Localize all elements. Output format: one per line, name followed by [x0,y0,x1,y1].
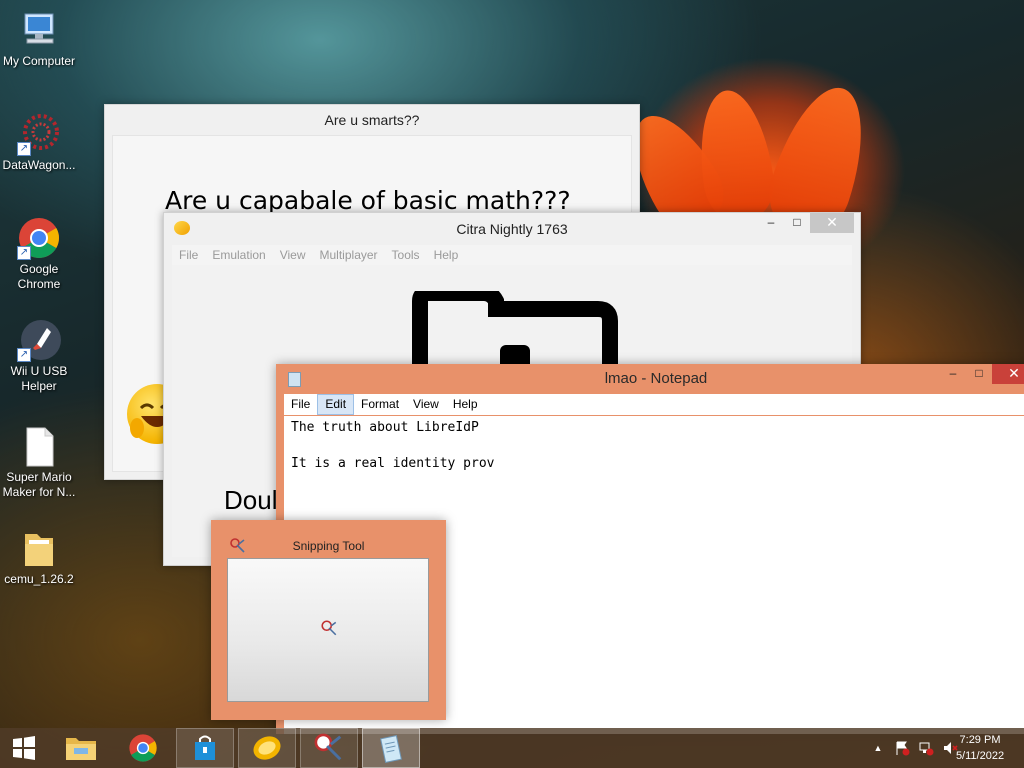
taskbar-google-chrome[interactable] [114,728,172,768]
scissors-icon [320,619,338,637]
desktop-icon-label: My Computer [2,54,76,68]
desktop-icon-label: DataWagon... [2,158,76,172]
folder-icon [17,526,61,570]
window-controls: – □ ✕ [758,213,854,233]
start-button[interactable] [0,728,48,768]
windows-logo-icon [13,736,35,760]
menu-multiplayer[interactable]: Multiplayer [313,245,385,265]
menu-file[interactable]: File [284,394,317,415]
close-button[interactable]: ✕ [810,213,854,233]
menu-bar: File Emulation View Multiplayer Tools He… [172,245,852,265]
menu-bar: File Edit Format View Help [284,394,1024,415]
datawagon-icon: ↗ [17,112,61,156]
desktop-icon-wii-u-usb-helper[interactable]: ↗ Wii U USB Helper [0,318,78,394]
menu-tools[interactable]: Tools [385,245,427,265]
desktop-icon-datawagon[interactable]: ↗ DataWagon... [0,112,78,173]
taskbar: ▲ 7:29 PM 5/11/2022 [0,728,1024,768]
chrome-icon: ↗ [17,216,61,260]
desktop-icon-google-chrome[interactable]: ↗ Google Chrome [0,216,78,292]
system-tray: ▲ 7:29 PM 5/11/2022 [844,728,1024,768]
desktop-icon-super-mario-maker[interactable]: Super Mario Maker for N... [0,424,78,500]
show-hidden-icons-button[interactable]: ▲ [870,740,886,756]
clock-time: 7:29 PM [959,734,1001,746]
desktop-icon-label: Wii U USB Helper [10,364,68,393]
desktop-icon-my-computer[interactable]: My Computer [0,8,78,69]
snipping-client-area [227,558,429,702]
taskbar-notepad[interactable] [362,728,420,768]
citra-icon [253,736,281,760]
snipping-tool-window[interactable]: Snipping Tool [211,520,446,720]
taskbar-snipping-tool[interactable] [300,728,358,768]
rocket-icon: ↗ [17,318,61,362]
file-icon [17,424,61,468]
close-button[interactable]: ✕ [992,364,1024,384]
shortcut-arrow-icon: ↗ [17,246,31,260]
math-question-text: Are u capabale of basic math??? [165,186,571,215]
minimize-button[interactable]: – [940,364,966,384]
network-icon[interactable] [918,740,934,756]
menu-view[interactable]: View [273,245,313,265]
menu-help[interactable]: Help [427,245,466,265]
window-title: lmao - Notepad [604,370,708,387]
window-title: Citra Nightly 1763 [456,221,568,237]
menu-help[interactable]: Help [446,394,485,415]
minimize-button[interactable]: – [758,213,784,233]
menu-format[interactable]: Format [354,394,406,415]
action-center-flag-icon[interactable] [894,740,910,756]
window-title: Snipping Tool [292,539,365,553]
scissors-icon [314,733,342,761]
computer-icon [17,8,61,52]
desktop-icon-cemu[interactable]: cemu_1.26.2 [0,526,78,587]
shortcut-arrow-icon: ↗ [17,348,31,362]
maximize-button[interactable]: □ [784,213,810,233]
menu-emulation[interactable]: Emulation [205,245,272,265]
shortcut-arrow-icon: ↗ [17,142,31,156]
desktop-icon-label: Super Mario Maker for N... [2,470,76,499]
clock[interactable]: 7:29 PM 5/11/2022 [950,732,1010,764]
store-bag-icon [195,735,215,760]
partial-text: Doul [224,485,278,515]
maximize-button[interactable]: □ [966,364,992,384]
menu-edit[interactable]: Edit [317,394,355,415]
chrome-icon [129,734,157,762]
taskbar-citra[interactable] [238,728,296,768]
window-controls: – □ ✕ [940,364,1024,384]
notepad-icon [380,735,402,763]
desktop-icon-label: Google Chrome [17,262,61,291]
taskbar-file-explorer[interactable] [52,728,110,768]
folder-icon [66,738,96,760]
clock-date: 5/11/2022 [955,750,1005,762]
window-title: Are u smarts?? [324,112,420,128]
menu-file[interactable]: File [172,245,205,265]
taskbar-store[interactable] [176,728,234,768]
menu-view[interactable]: View [406,394,446,415]
desktop-icon-label: cemu_1.26.2 [4,572,74,586]
